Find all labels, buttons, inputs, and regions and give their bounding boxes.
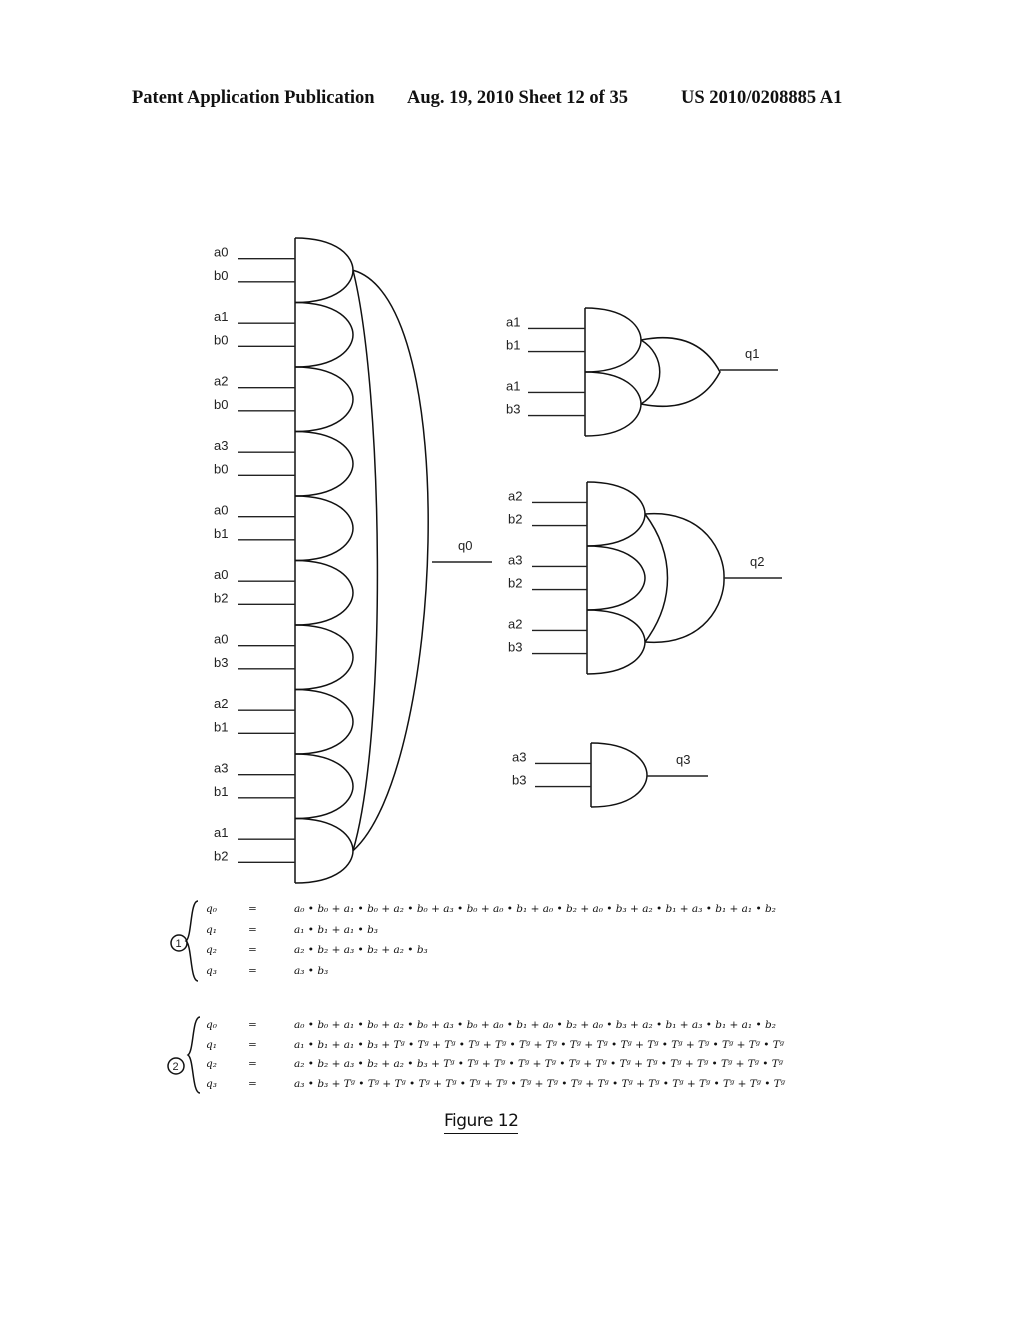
equation-line: q₁ = a₁ • b₁ + a₁ • b₃ [206, 924, 378, 936]
equation-rhs: a₂ • b₂ + a₃ • b₂ + a₂ • b₃ + Tᵍ • Tᵍ + … [294, 1058, 783, 1070]
and-gate [294, 559, 354, 626]
equals-sign: = [248, 964, 257, 977]
output-label: q0 [458, 538, 472, 553]
equation-line: q₁ = a₁ • b₁ + a₁ • b₃ + Tᵍ • Tᵍ + Tᵍ • Tᵍ… [206, 1039, 784, 1051]
input-label: a2 [214, 374, 228, 389]
output-label: q2 [750, 554, 764, 569]
equation-rhs: a₁ • b₁ + a₁ • b₃ + Tᵍ • Tᵍ + Tᵍ • Tᵍ + … [294, 1038, 784, 1051]
equation-lhs: q₁ [206, 923, 217, 936]
input-label: a2 [508, 616, 522, 631]
equation-line: q₃ = a₃ • b₃ [206, 965, 328, 977]
equation-line: q₃ = a₃ • b₃ + Tᵍ • Tᵍ + Tᵍ • Tᵍ + Tᵍ • Tᵍ… [206, 1078, 785, 1090]
input-label: a2 [214, 696, 228, 711]
and-gate [584, 371, 642, 437]
curly-brace [186, 1016, 201, 1094]
and-gate [586, 545, 646, 611]
and-gate [294, 624, 354, 691]
equation-line: q₀ = a₀ • b₀ + a₁ • b₀ + a₂ • b₀ + a₃ • b₀… [206, 903, 776, 915]
equals-sign: = [248, 1077, 257, 1090]
and-gate [294, 753, 354, 820]
equation-line: q₂ = a₂ • b₂ + a₃ • b₂ + a₂ • b₃ + Tᵍ • Tᵍ… [206, 1058, 783, 1070]
input-label: b0 [214, 397, 228, 412]
input-label: b1 [214, 719, 228, 734]
input-label: b2 [214, 848, 228, 863]
and-gate [586, 481, 646, 547]
equals-sign: = [248, 903, 257, 915]
input-label: a1 [506, 314, 520, 329]
equals-sign: = [248, 1038, 257, 1051]
or-gate-outer-arc [352, 269, 429, 852]
equation-lhs: q₃ [206, 964, 217, 977]
input-label: b0 [214, 332, 228, 347]
and-gate [586, 609, 646, 675]
equation-lhs: q₀ [206, 1019, 217, 1031]
input-label: a3 [508, 552, 522, 567]
input-label: a0 [214, 245, 228, 260]
and-gate [590, 742, 648, 808]
input-label: a0 [214, 632, 228, 647]
and-gate [294, 688, 354, 755]
figure-caption: Figure 12 [444, 1111, 519, 1134]
input-label: b3 [512, 773, 526, 788]
equation-lhs: q₀ [206, 903, 217, 915]
equation-line: q₀ = a₀ • b₀ + a₁ • b₀ + a₂ • b₀ + a₃ • b₀… [206, 1019, 776, 1031]
input-label: a2 [508, 488, 522, 503]
equation-line: q₂ = a₂ • b₂ + a₃ • b₂ + a₂ • b₃ [206, 944, 428, 956]
equation-marker: 1 [176, 938, 182, 950]
equation-rhs: a₀ • b₀ + a₁ • b₀ + a₂ • b₀ + a₃ • b₀ + … [294, 903, 776, 915]
equation-rhs: a₃ • b₃ [294, 964, 329, 977]
input-label: b0 [214, 268, 228, 283]
output-label: q3 [676, 752, 690, 767]
equation-rhs: a₀ • b₀ + a₁ • b₀ + a₂ • b₀ + a₃ • b₀ + … [294, 1019, 776, 1031]
or-gate-inner-arc [352, 270, 379, 851]
input-label: a1 [214, 309, 228, 324]
equals-sign: = [248, 923, 257, 936]
input-label: b1 [506, 338, 520, 353]
input-label: a0 [214, 567, 228, 582]
and-gate [294, 430, 354, 497]
or-gate-back [644, 513, 669, 643]
input-label: b2 [508, 576, 522, 591]
input-label: a3 [512, 749, 526, 764]
curly-brace [184, 900, 199, 982]
input-label: b1 [214, 784, 228, 799]
or-gate-back [640, 339, 661, 405]
equation-marker: 2 [173, 1061, 179, 1073]
and-gate [294, 237, 354, 304]
and-gate [294, 495, 354, 562]
and-gate [294, 301, 354, 368]
equals-sign: = [248, 1058, 257, 1070]
input-label: b2 [214, 590, 228, 605]
equation-lhs: q₂ [206, 1058, 217, 1070]
input-label: b3 [214, 655, 228, 670]
or-gate [640, 337, 721, 407]
input-label: b0 [214, 461, 228, 476]
equation-lhs: q₃ [206, 1077, 217, 1090]
and-gate [584, 307, 642, 373]
equation-lhs: q₂ [206, 944, 217, 956]
equals-sign: = [248, 944, 257, 956]
equation-rhs: a₃ • b₃ + Tᵍ • Tᵍ + Tᵍ • Tᵍ + Tᵍ • Tᵍ + … [294, 1077, 785, 1090]
equation-lhs: q₁ [206, 1038, 217, 1051]
input-label: a3 [214, 761, 228, 776]
input-label: a0 [214, 503, 228, 518]
input-label: b2 [508, 512, 522, 527]
equation-rhs: a₁ • b₁ + a₁ • b₃ [294, 923, 379, 936]
equation-rhs: a₂ • b₂ + a₃ • b₂ + a₂ • b₃ [294, 944, 428, 956]
input-label: a1 [214, 825, 228, 840]
input-label: a3 [214, 438, 228, 453]
input-label: b3 [508, 640, 522, 655]
equals-sign: = [248, 1019, 257, 1031]
input-label: b1 [214, 526, 228, 541]
output-label: q1 [745, 346, 759, 361]
input-label: b3 [506, 402, 520, 417]
input-label: a1 [506, 378, 520, 393]
and-gate [294, 817, 354, 884]
and-gate [294, 366, 354, 433]
